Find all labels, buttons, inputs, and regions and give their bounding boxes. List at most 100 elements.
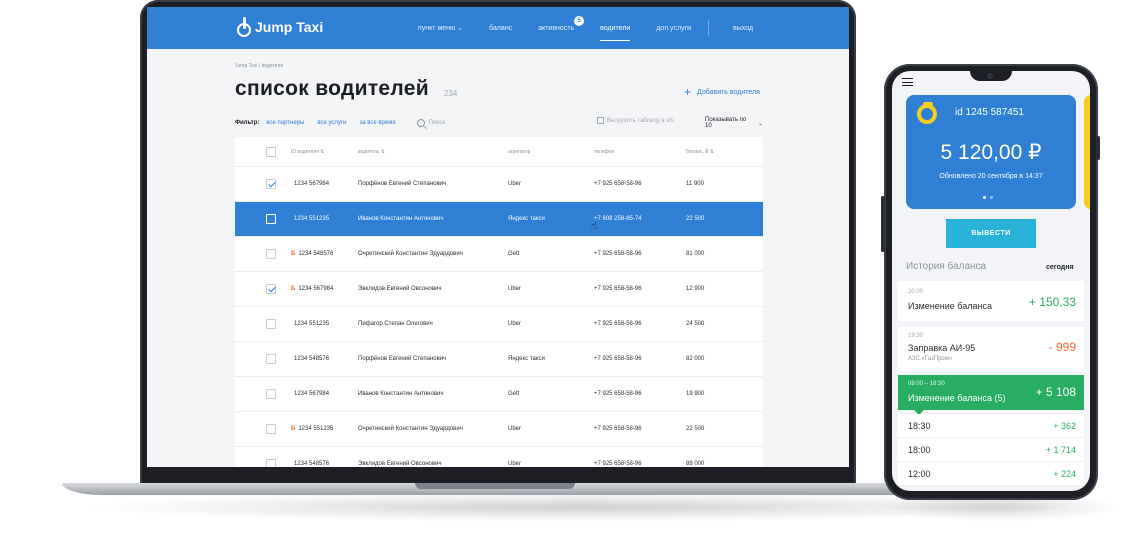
driver-id: 1234 551235	[294, 216, 330, 222]
cell-phone: +7 925 658-58-96	[594, 251, 642, 257]
table-row[interactable]: 1234 551235 Пифагор Степан Олегович Uber +7…	[235, 307, 763, 342]
table-row[interactable]: Б 1234 548576 Очретинский Константин Эдуар…	[235, 237, 763, 272]
cell-balance: 81 000	[686, 251, 705, 257]
nav-activity[interactable]: активность 5	[525, 7, 587, 49]
jump-logo-icon	[235, 17, 251, 37]
filter-bar: Фильтр: все партнеры все услуги за все в…	[235, 117, 763, 129]
cell-driver: Эвклидов Евгений Овсонович	[358, 286, 442, 292]
filter-services[interactable]: все услуги	[317, 120, 346, 126]
select-all-checkbox[interactable]	[266, 146, 276, 157]
balance-updated: Обновлено 20 сентября в 14:37	[939, 173, 1043, 180]
drivers-count: 234	[444, 89, 458, 98]
history-group-expanded[interactable]: 08:00 – 18:30 Изменение баланса (5) + 5 …	[898, 375, 1084, 415]
cell-phone: +7 925 658-58-96	[594, 426, 642, 432]
history-title: История баланса	[906, 261, 987, 272]
per-page-select[interactable]: Показывать по 10 ⌄	[705, 117, 763, 129]
row-checkbox[interactable]	[266, 389, 276, 399]
row-checkbox[interactable]	[266, 424, 276, 434]
export-label: Выгрузить таблицу в xls	[607, 117, 674, 124]
nav-label: баланс	[489, 24, 513, 32]
cell-id: 1234 551235	[291, 216, 358, 222]
export-xls-button[interactable]: Выгрузить таблицу в xls	[597, 117, 674, 124]
subitem-time: 12:00	[908, 469, 931, 479]
item-time: 20:00	[908, 289, 924, 295]
row-checkbox[interactable]	[266, 214, 276, 224]
cell-id: 1234 548576	[291, 356, 358, 362]
row-checkbox[interactable]	[266, 354, 276, 364]
filter-partners[interactable]: все партнеры	[266, 120, 304, 126]
table-header: ID водителя ⇅ водитель ⇅ агрегатор телеф…	[235, 137, 763, 167]
item-sub: АЗС «ГазПром»	[908, 356, 953, 362]
activity-badge: 5	[574, 16, 585, 26]
next-card-peek[interactable]	[1084, 95, 1090, 209]
cell-aggregator: Uber	[508, 461, 522, 467]
cell-aggregator: Gett	[508, 391, 520, 397]
nav-divider	[708, 20, 710, 36]
item-time: 19:30	[908, 333, 924, 339]
add-driver-button[interactable]: + Добавить водителя	[684, 85, 760, 99]
main-nav: пункт меню ⌄ баланс активность 5 водители…	[405, 7, 766, 49]
search-placeholder: Поиск	[428, 120, 446, 126]
driver-id: 1234 567984	[294, 181, 330, 187]
header-driver[interactable]: водитель ⇅	[358, 149, 508, 155]
row-checkbox[interactable]	[266, 179, 276, 189]
filter-period[interactable]: за все время	[359, 120, 395, 126]
table-row[interactable]: 1234 567984 Иванов Константин Антонович Ge…	[235, 377, 763, 412]
table-row[interactable]: 1234 567984 Порфёнов Евгений Степанович Ub…	[235, 167, 763, 202]
table-row[interactable]: 1234 548576 Эвклидов Евгений Овсонович Ube…	[235, 447, 763, 467]
hand-cursor-icon: ☝	[591, 221, 598, 232]
subitem-time: 18:30	[908, 421, 931, 431]
row-checkbox[interactable]	[266, 459, 276, 467]
cell-id: 1234 567984	[291, 391, 358, 397]
brand-logo[interactable]: Jump Taxi	[235, 17, 323, 37]
row-checkbox[interactable]	[266, 319, 276, 329]
cell-phone: +7 925 658-58-96	[594, 461, 642, 467]
cell-balance: 11 900	[686, 181, 704, 187]
table-row[interactable]: 1234 551235 Иванов Константин Антонович Ян…	[235, 202, 763, 237]
nav-menu-item[interactable]: пункт меню ⌄	[405, 7, 476, 49]
history-subitem[interactable]: 18:00 + 1 714	[898, 438, 1084, 462]
filter-label: Фильтр:	[235, 120, 260, 126]
header-balance[interactable]: баланс, ₽ ⇅	[686, 149, 756, 155]
laptop-notch	[415, 483, 575, 489]
search-field[interactable]: Поиск	[416, 119, 446, 127]
cell-driver: Порфёнов Евгений Степанович	[358, 356, 447, 362]
table-row[interactable]: Б 1234 567984 Эвклидов Евгений Овсонович Ub…	[235, 272, 763, 307]
cell-balance: 82 000	[686, 356, 705, 362]
account-id: id 1245 587451	[955, 107, 1024, 118]
history-subitem[interactable]: 18:30 + 362	[898, 414, 1084, 438]
row-checkbox[interactable]	[266, 284, 276, 294]
history-subitem[interactable]: 12:00 + 224	[898, 462, 1084, 486]
cell-driver: Очретинский Константин Эдуардович	[358, 426, 463, 432]
nav-label: водители	[600, 24, 631, 32]
plus-icon: +	[684, 85, 692, 99]
balance-card[interactable]: id 1245 587451 5 120,00 ₽ Обновлено 20 с…	[906, 95, 1076, 209]
cell-balance: 88 000	[686, 461, 705, 467]
nav-balance[interactable]: баланс	[476, 7, 525, 49]
driver-id: 1234 551235	[294, 321, 330, 327]
breadcrumb[interactable]: Jump Taxi / водители	[235, 63, 283, 69]
subitem-time: 18:00	[908, 445, 931, 455]
header-id[interactable]: ID водителя ⇅	[291, 149, 358, 155]
cell-balance: 22 500	[686, 216, 705, 222]
cell-driver: Эвклидов Евгений Овсонович	[358, 461, 442, 467]
page-title: список водителей	[235, 77, 429, 100]
nav-drivers[interactable]: водители	[587, 7, 643, 49]
laptop-screen: Jump Taxi пункт меню ⌄ баланс активность…	[147, 7, 849, 467]
history-item[interactable]: 20:00 Изменение баланса + 150,33	[898, 281, 1084, 321]
phone-side-button	[1096, 136, 1100, 160]
nav-extra-services[interactable]: доп.услуги	[643, 7, 704, 49]
phone-screen: id 1245 587451 5 120,00 ₽ Обновлено 20 с…	[892, 71, 1090, 491]
cell-aggregator: Uber	[508, 426, 522, 432]
history-item[interactable]: 19:30 Заправка АИ-95 АЗС «ГазПром» - 999	[898, 327, 1084, 371]
menu-icon[interactable]	[902, 78, 913, 86]
subitem-amount: + 1 714	[1045, 445, 1076, 455]
nav-logout[interactable]: выход	[713, 7, 766, 49]
row-checkbox[interactable]	[266, 249, 276, 259]
history-period[interactable]: сегодня	[1046, 264, 1074, 271]
table-row[interactable]: Б 1234 551235 Очретинский Константин Эдуар…	[235, 412, 763, 447]
cell-balance: 24 500	[686, 321, 705, 327]
card-pager[interactable]	[983, 196, 993, 199]
table-row[interactable]: 1234 548576 Порфёнов Евгений Степанович Ян…	[235, 342, 763, 377]
withdraw-button[interactable]: ВЫВЕСТИ	[946, 219, 1036, 248]
